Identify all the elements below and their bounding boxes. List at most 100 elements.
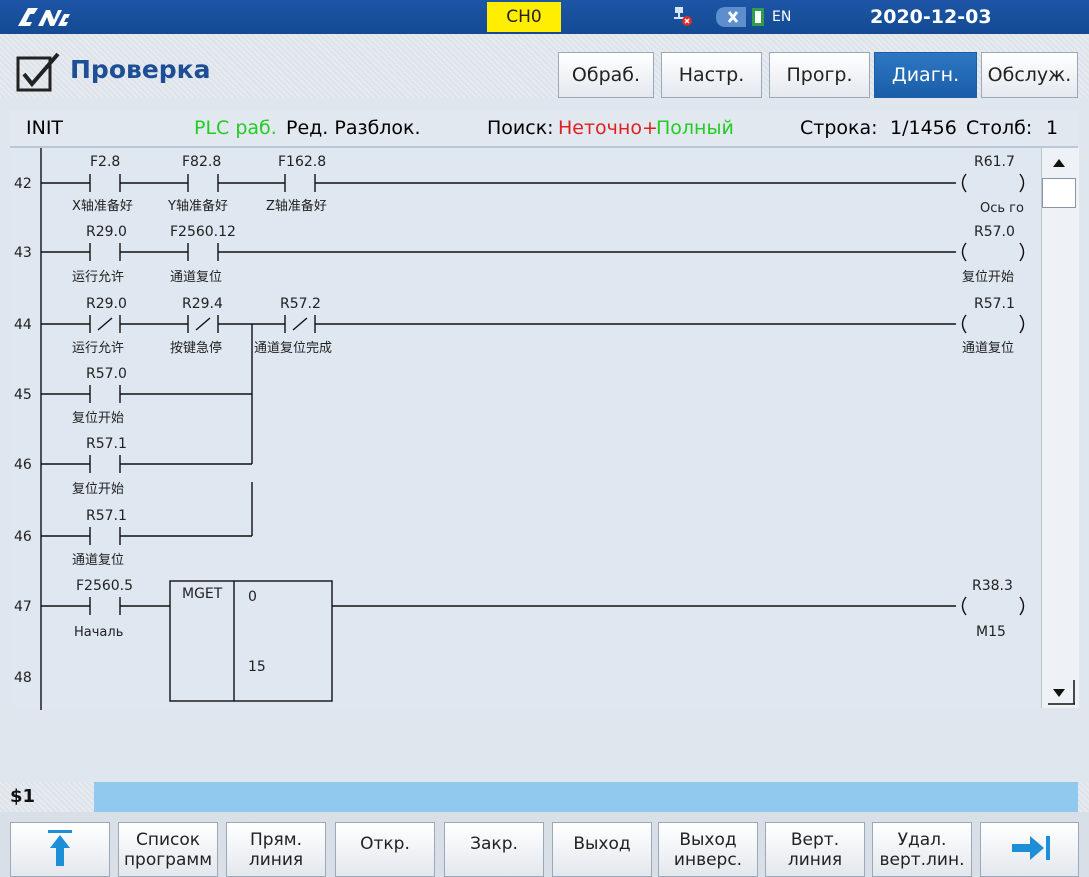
language-indicator[interactable]: EN	[772, 5, 791, 29]
contact-address: R29.4	[182, 296, 223, 312]
coil-address: R57.0	[974, 224, 1015, 240]
contact-address: R57.1	[86, 436, 127, 452]
line-number: 43	[14, 245, 32, 261]
coil-address: R57.1	[974, 296, 1015, 312]
contact-address: F82.8	[182, 154, 221, 170]
contact-comment: 通道复位完成	[254, 341, 332, 356]
softkey-label: Удал.	[897, 830, 947, 850]
softkey-label: Откр.	[360, 834, 410, 854]
contact-address: F162.8	[278, 154, 326, 170]
tab-service[interactable]: Обслуж.	[981, 52, 1078, 98]
softkey-exit[interactable]: Выход	[552, 822, 652, 877]
scrollbar-thumb[interactable]	[1042, 178, 1076, 208]
line-number: 47	[14, 599, 32, 615]
contact-address: F2560.12	[170, 224, 236, 240]
line-number: 44	[14, 317, 32, 333]
plc-status: PLC раб.	[194, 117, 277, 139]
contact-comment: Началь	[74, 625, 123, 640]
coil-comment: M15	[976, 624, 1006, 640]
coil-comment: 复位开始	[962, 270, 1014, 285]
softkey-vertical-line[interactable]: Верт. линия	[765, 822, 865, 877]
col-label: Столб:	[966, 117, 1033, 139]
tab-processing[interactable]: Обраб.	[558, 52, 654, 98]
softkey-label: Выход	[679, 830, 737, 850]
line-number: 42	[14, 176, 32, 192]
coil-comment: Ось го	[980, 201, 1024, 216]
tab-setup[interactable]: Настр.	[661, 52, 762, 98]
softkey-next-page[interactable]	[980, 822, 1079, 877]
softkey-label: верт.лин.	[879, 850, 965, 870]
softkey-close[interactable]: Закр.	[444, 822, 544, 877]
channel-indicator: CH0	[487, 2, 561, 32]
command-input[interactable]	[94, 782, 1078, 812]
search-mode-fuzzy: Неточно	[558, 117, 642, 139]
alarm-clear-icon	[716, 7, 746, 27]
contact-address: R57.2	[280, 296, 321, 312]
contact-comment: Y轴准备好	[167, 198, 228, 214]
command-prompt: $1	[10, 786, 36, 807]
softkey-label: Список	[135, 830, 201, 850]
row-value: 1/1456	[890, 117, 957, 139]
keyboard-icon	[752, 8, 764, 26]
function-block-param: 15	[248, 659, 266, 675]
function-block-param: 0	[248, 589, 257, 605]
up-arrow-icon	[48, 830, 72, 866]
network-disconnected-icon	[674, 7, 692, 26]
row-label: Строка:	[800, 117, 878, 139]
vertical-scrollbar[interactable]	[1041, 148, 1079, 708]
tab-program[interactable]: Прогр.	[769, 52, 870, 98]
contact-comment: 通道复位	[72, 553, 124, 568]
contact-comment: X轴准备好	[72, 198, 133, 214]
plc-info-bar: INIT PLC раб. Ред. Разблок. Поиск: Неточ…	[10, 110, 1078, 148]
scroll-up-arrow-icon[interactable]	[1042, 150, 1076, 176]
function-block-name: MGET	[182, 586, 223, 602]
cnc-logo-icon	[18, 8, 70, 26]
contact-address: R57.0	[86, 366, 127, 382]
softkey-label: инверс.	[673, 850, 743, 870]
softkey-open[interactable]: Откр.	[335, 822, 435, 877]
program-name: INIT	[26, 117, 64, 139]
contact-address: F2.8	[90, 154, 120, 170]
col-value: 1	[1046, 117, 1059, 139]
right-arrow-icon	[1011, 836, 1050, 860]
line-number: 46	[14, 529, 32, 545]
softkey-label: линия	[787, 850, 843, 870]
contact-comment: 通道复位	[170, 270, 222, 285]
contact-address: R29.0	[86, 296, 127, 312]
contact-comment: 运行允许	[72, 340, 124, 356]
contact-address: R29.0	[86, 224, 127, 240]
ladder-svg: 42 43 44 45 46 46 47 48 F2.8 X轴准备好 F82.8…	[14, 148, 1028, 710]
softkey-label: Закр.	[470, 834, 518, 854]
contact-comment: 复位开始	[72, 411, 124, 426]
edit-status: Ред. Разблок.	[286, 117, 421, 139]
softkey-label: линия	[248, 850, 304, 870]
line-number: 45	[14, 387, 32, 403]
softkey-label: Верт.	[790, 830, 840, 850]
softkey-delete-vertical-line[interactable]: Удал. верт.лин.	[872, 822, 972, 877]
contact-address: R57.1	[86, 508, 127, 524]
checkbox-icon	[16, 52, 60, 92]
line-number: 48	[14, 670, 32, 686]
contact-comment: 复位开始	[72, 482, 124, 497]
coil-address: R61.7	[974, 154, 1015, 170]
softkey-label: Выход	[573, 834, 631, 854]
scroll-down-arrow-icon[interactable]	[1042, 680, 1076, 706]
search-mode-full: Полный	[656, 117, 734, 139]
softkey-label: Прям.	[249, 830, 303, 850]
softkey-exit-inverse[interactable]: Выход инверс.	[658, 822, 758, 877]
contact-comment: 按键急停	[170, 340, 222, 356]
softkey-straight-line[interactable]: Прям. линия	[226, 822, 326, 877]
contact-address: F2560.5	[76, 578, 133, 594]
page-title: Проверка	[70, 55, 211, 84]
contact-comment: Z轴准备好	[266, 198, 327, 214]
tab-diagnostics[interactable]: Диагн.	[874, 52, 977, 98]
contact-comment: 运行允许	[72, 269, 124, 285]
ladder-diagram[interactable]: 42 43 44 45 46 46 47 48 F2.8 X轴准备好 F82.8…	[10, 148, 1041, 710]
line-number: 46	[14, 457, 32, 473]
coil-comment: 通道复位	[962, 341, 1014, 356]
softkey-label: программ	[123, 850, 213, 870]
softkey-page-up[interactable]	[10, 822, 110, 877]
coil-address: R38.3	[972, 578, 1013, 594]
search-label: Поиск:	[487, 117, 554, 139]
softkey-program-list[interactable]: Список программ	[118, 822, 218, 877]
